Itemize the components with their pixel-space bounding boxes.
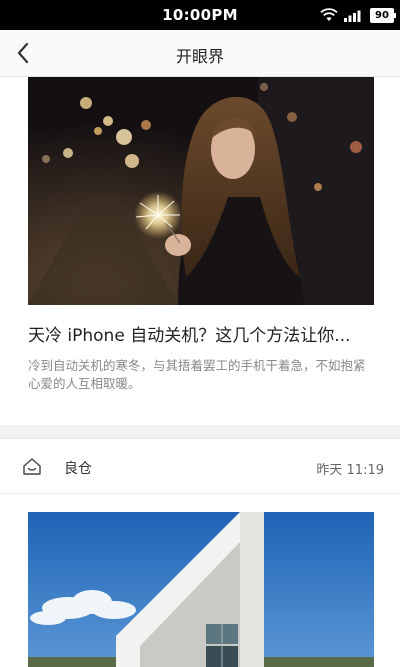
source-timestamp: 昨天 11:19 xyxy=(316,463,384,478)
battery-icon: 90 xyxy=(370,7,396,23)
white-building-blue-sky-photo xyxy=(28,512,374,667)
article-summary: 冷到自动关机的寒冬，与其捂着罢工的手机干着急，不如抱紧心爱的人互相取暖。 xyxy=(28,358,366,391)
liangcang-logo-icon xyxy=(23,458,41,475)
feed-image[interactable] xyxy=(28,512,374,667)
status-icons: 90 xyxy=(320,7,396,23)
feed-card[interactable]: 良仓 昨天 11:19 xyxy=(0,438,400,667)
wifi-icon xyxy=(320,8,338,21)
article-card[interactable]: 天冷 iPhone 自动关机？这几个方法让你... 冷到自动关机的寒冬，与其捂着… xyxy=(0,77,400,425)
source-row[interactable]: 良仓 昨天 11:19 xyxy=(0,439,400,494)
woman-holding-sparkler-photo xyxy=(28,77,374,305)
source-name: 良仓 xyxy=(64,461,92,477)
page-title: 开眼界 xyxy=(175,47,224,66)
signal-icon xyxy=(344,10,361,22)
status-bar: 10:00PM 90 xyxy=(0,0,400,30)
battery-level: 90 xyxy=(375,9,389,21)
article-image[interactable] xyxy=(28,77,374,305)
article-title[interactable]: 天冷 iPhone 自动关机？这几个方法让你... xyxy=(28,321,378,346)
nav-bar: 开眼界 xyxy=(0,30,400,77)
